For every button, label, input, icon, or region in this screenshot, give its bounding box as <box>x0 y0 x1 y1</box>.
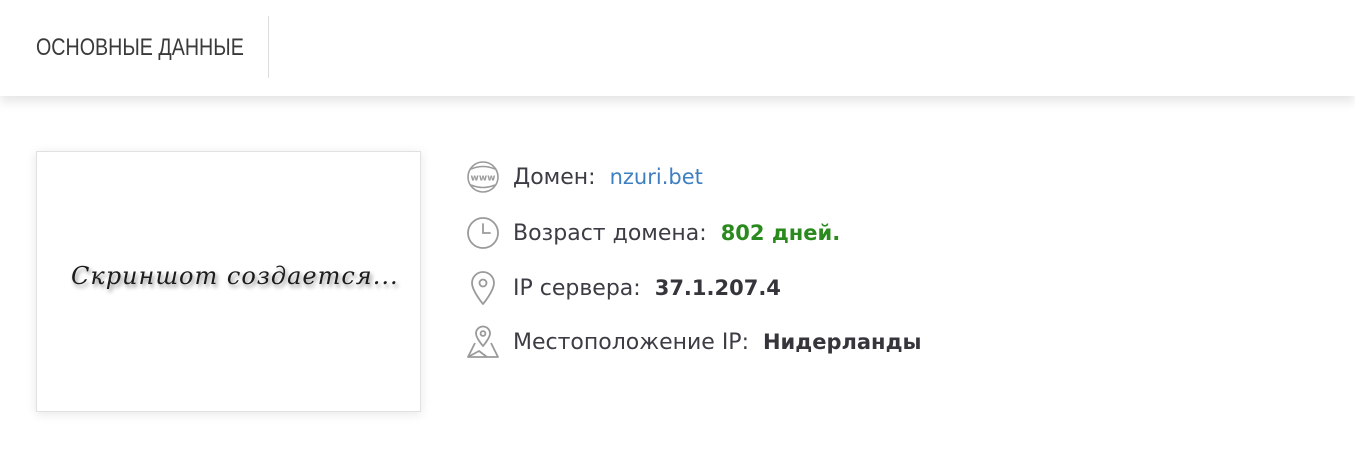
www-globe-icon: www <box>465 159 501 195</box>
map-pin-icon <box>465 324 501 360</box>
tab-main-data[interactable]: ОСНОВНЫЕ ДАННЫЕ <box>36 30 244 66</box>
domain-label: Домен: <box>513 164 596 190</box>
location-pin-icon <box>465 270 501 306</box>
server-ip-label: IP сервера: <box>513 275 641 301</box>
ip-location-label: Местоположение IP: <box>513 329 749 355</box>
svg-text:www: www <box>471 174 496 184</box>
header-bar: ОСНОВНЫЕ ДАННЫЕ <box>0 0 1355 96</box>
clock-icon <box>465 215 501 251</box>
domain-age-value: 802 дней. <box>720 221 841 245</box>
domain-link[interactable]: nzuri.bet <box>610 165 703 189</box>
domain-age-label: Возраст домена: <box>513 220 707 246</box>
site-screenshot: Скриншот создается... <box>36 151 421 412</box>
ip-location-value: Нидерланды <box>762 330 922 354</box>
info-row-ip: IP сервера: 37.1.207.4 <box>465 269 781 307</box>
info-row-domain: www Домен: nzuri.bet <box>465 158 703 196</box>
info-row-age: Возраст домена: 802 дней. <box>465 214 840 252</box>
info-row-location: Местоположение IP: Нидерланды <box>465 323 922 361</box>
server-ip-value: 37.1.207.4 <box>654 276 781 300</box>
screenshot-placeholder-text: Скриншот создается... <box>71 262 399 290</box>
header-divider <box>268 16 269 78</box>
